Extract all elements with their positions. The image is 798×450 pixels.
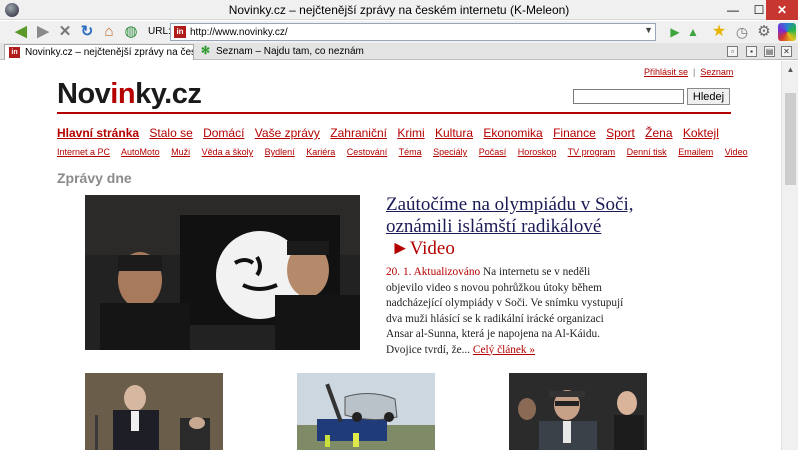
article-thumbnail[interactable] xyxy=(297,373,435,450)
tab-label: Seznam – Najdu tam, co neznám xyxy=(216,46,364,57)
close-window-button[interactable]: ✕ xyxy=(766,0,798,20)
search-input[interactable] xyxy=(573,89,684,104)
subnav-automoto[interactable]: AutoMoto xyxy=(121,147,160,157)
k-meleon-logo-icon[interactable] xyxy=(778,23,796,41)
thumbnail-image-speaker xyxy=(85,373,223,450)
tab-label: Novinky.cz – nejčtenější zprávy na české… xyxy=(25,47,193,58)
stop-icon[interactable]: ✕ xyxy=(56,23,74,41)
subnav-video[interactable]: Video xyxy=(725,147,748,157)
logo-text-part: Nov xyxy=(57,78,111,110)
sub-navigation: Internet a PC AutoMoto Muži Věda a školy… xyxy=(57,147,757,157)
vertical-scrollbar[interactable]: ▲ xyxy=(781,61,798,450)
subnav-tv-program[interactable]: TV program xyxy=(568,147,616,157)
novinky-favicon-icon: in xyxy=(9,47,20,58)
thumbnail-image-tow-truck xyxy=(297,373,435,450)
url-bar[interactable]: in ▼ xyxy=(170,23,656,41)
new-tab-icon[interactable]: ▫ xyxy=(727,46,738,57)
nav-domaci[interactable]: Domácí xyxy=(203,126,244,140)
tab-novinky[interactable]: in Novinky.cz – nejčtenější zprávy na če… xyxy=(4,44,194,60)
close-tab-icon[interactable]: ✕ xyxy=(781,46,792,57)
login-link[interactable]: Přihlásit se xyxy=(644,67,688,77)
subnav-specialy[interactable]: Speciály xyxy=(433,147,467,157)
video-play-icon[interactable]: ► xyxy=(386,238,410,259)
web-page: Přihlásit se | Seznam Novinky.cz Hledej Hl… xyxy=(0,61,781,450)
subnav-horoskop[interactable]: Horoskop xyxy=(518,147,557,157)
nav-kultura[interactable]: Kultura xyxy=(435,126,473,140)
tab-list-icon[interactable]: ▪ xyxy=(746,46,757,57)
nav-stalo-se[interactable]: Stalo se xyxy=(149,126,192,140)
site-favicon-icon: in xyxy=(174,26,186,38)
header-divider xyxy=(57,112,731,114)
article-thumbnail[interactable] xyxy=(509,373,647,450)
nav-zahranicni[interactable]: Zahraniční xyxy=(330,126,387,140)
up-icon[interactable]: ▲ xyxy=(684,23,702,41)
nav-zena[interactable]: Žena xyxy=(645,126,672,140)
lead-headline-link[interactable]: Zaútočíme na olympiádu v Soči, oznámili … xyxy=(386,194,633,237)
go-icon[interactable]: ▶ xyxy=(666,23,684,41)
subnav-bydleni[interactable]: Bydlení xyxy=(265,147,295,157)
subnav-kariera[interactable]: Kariéra xyxy=(306,147,335,157)
home-icon[interactable]: ⌂ xyxy=(100,23,118,41)
novinky-logo[interactable]: Novinky.cz xyxy=(57,78,202,111)
nav-finance[interactable]: Finance xyxy=(553,126,596,140)
url-label: URL: xyxy=(148,26,171,37)
nav-koktejl[interactable]: Koktejl xyxy=(683,126,719,140)
thumbnail-image-crowd xyxy=(509,373,647,450)
section-title: Zprávy dne xyxy=(57,170,132,186)
tab-seznam[interactable]: ✻ Seznam – Najdu tam, co neznám xyxy=(196,44,396,60)
minimize-button[interactable]: — xyxy=(720,0,746,20)
navigation-toolbar: ◀ ▶ ✕ ↻ ⌂ ◍ URL: in ▼ ▶ ▲ ★ ◷ ⚙ xyxy=(0,21,798,43)
tab-duplicate-icon[interactable]: ▤ xyxy=(764,46,775,57)
scroll-up-icon[interactable]: ▲ xyxy=(782,61,798,78)
seznam-link[interactable]: Seznam xyxy=(700,67,733,77)
lead-headline: Zaútočíme na olympiádu v Soči, oznámili … xyxy=(386,194,636,260)
back-arrow-icon[interactable]: ◀ xyxy=(12,23,30,41)
globe-icon[interactable]: ◍ xyxy=(122,23,140,41)
reload-icon[interactable]: ↻ xyxy=(78,23,96,41)
seznam-flower-icon: ✻ xyxy=(200,45,211,57)
video-label[interactable]: Video xyxy=(410,238,455,259)
scrollbar-thumb[interactable] xyxy=(785,93,796,185)
article-thumbnail[interactable] xyxy=(85,373,223,450)
read-more-link[interactable]: Celý článek » xyxy=(473,344,535,356)
subnav-internet-a-pc[interactable]: Internet a PC xyxy=(57,147,110,157)
subnav-muzi[interactable]: Muži xyxy=(171,147,190,157)
url-input[interactable] xyxy=(190,26,630,39)
url-dropdown-icon[interactable]: ▼ xyxy=(644,25,653,35)
window-title-bar: Novinky.cz – nejčtenější zprávy na české… xyxy=(0,0,798,20)
subnav-veda-a-skoly[interactable]: Věda a školy xyxy=(202,147,254,157)
nav-sport[interactable]: Sport xyxy=(606,126,635,140)
subnav-pocasi[interactable]: Počasí xyxy=(479,147,507,157)
article-timestamp: 20. 1. Aktualizováno xyxy=(386,266,481,278)
main-navigation: Hlavní stránka Stalo se Domácí Vaše zprá… xyxy=(57,126,726,140)
subnav-emailem[interactable]: Emailem xyxy=(678,147,713,157)
article-perex: Na internetu se v neděli objevilo video … xyxy=(386,266,624,356)
bookmark-star-icon[interactable]: ★ xyxy=(710,23,728,41)
nav-hlavni-stranka[interactable]: Hlavní stránka xyxy=(57,126,139,140)
subnav-tema[interactable]: Téma xyxy=(399,147,422,157)
window-title: Novinky.cz – nejčtenější zprávy na české… xyxy=(228,3,570,17)
lead-article-image[interactable] xyxy=(85,195,360,350)
lead-article-text: 20. 1. Aktualizováno Na internetu se v n… xyxy=(386,265,630,358)
nav-ekonomika[interactable]: Ekonomika xyxy=(483,126,542,140)
logo-text-part: ky.cz xyxy=(135,78,202,110)
subnav-denni-tisk[interactable]: Denní tisk xyxy=(627,147,667,157)
logo-text-accent: in xyxy=(110,78,136,110)
settings-gear-icon[interactable]: ⚙ xyxy=(755,23,773,41)
subnav-cestovani[interactable]: Cestování xyxy=(347,147,388,157)
search-button[interactable]: Hledej xyxy=(687,88,730,105)
top-links: Přihlásit se | Seznam xyxy=(644,67,733,77)
nav-vase-zpravy[interactable]: Vaše zprávy xyxy=(255,126,320,140)
link-separator: | xyxy=(693,67,696,77)
forward-arrow-icon[interactable]: ▶ xyxy=(34,23,52,41)
lead-image-illustration xyxy=(85,195,360,350)
nav-krimi[interactable]: Krimi xyxy=(397,126,424,140)
tab-bar: in Novinky.cz – nejčtenější zprávy na če… xyxy=(0,43,798,60)
history-icon[interactable]: ◷ xyxy=(733,23,751,41)
